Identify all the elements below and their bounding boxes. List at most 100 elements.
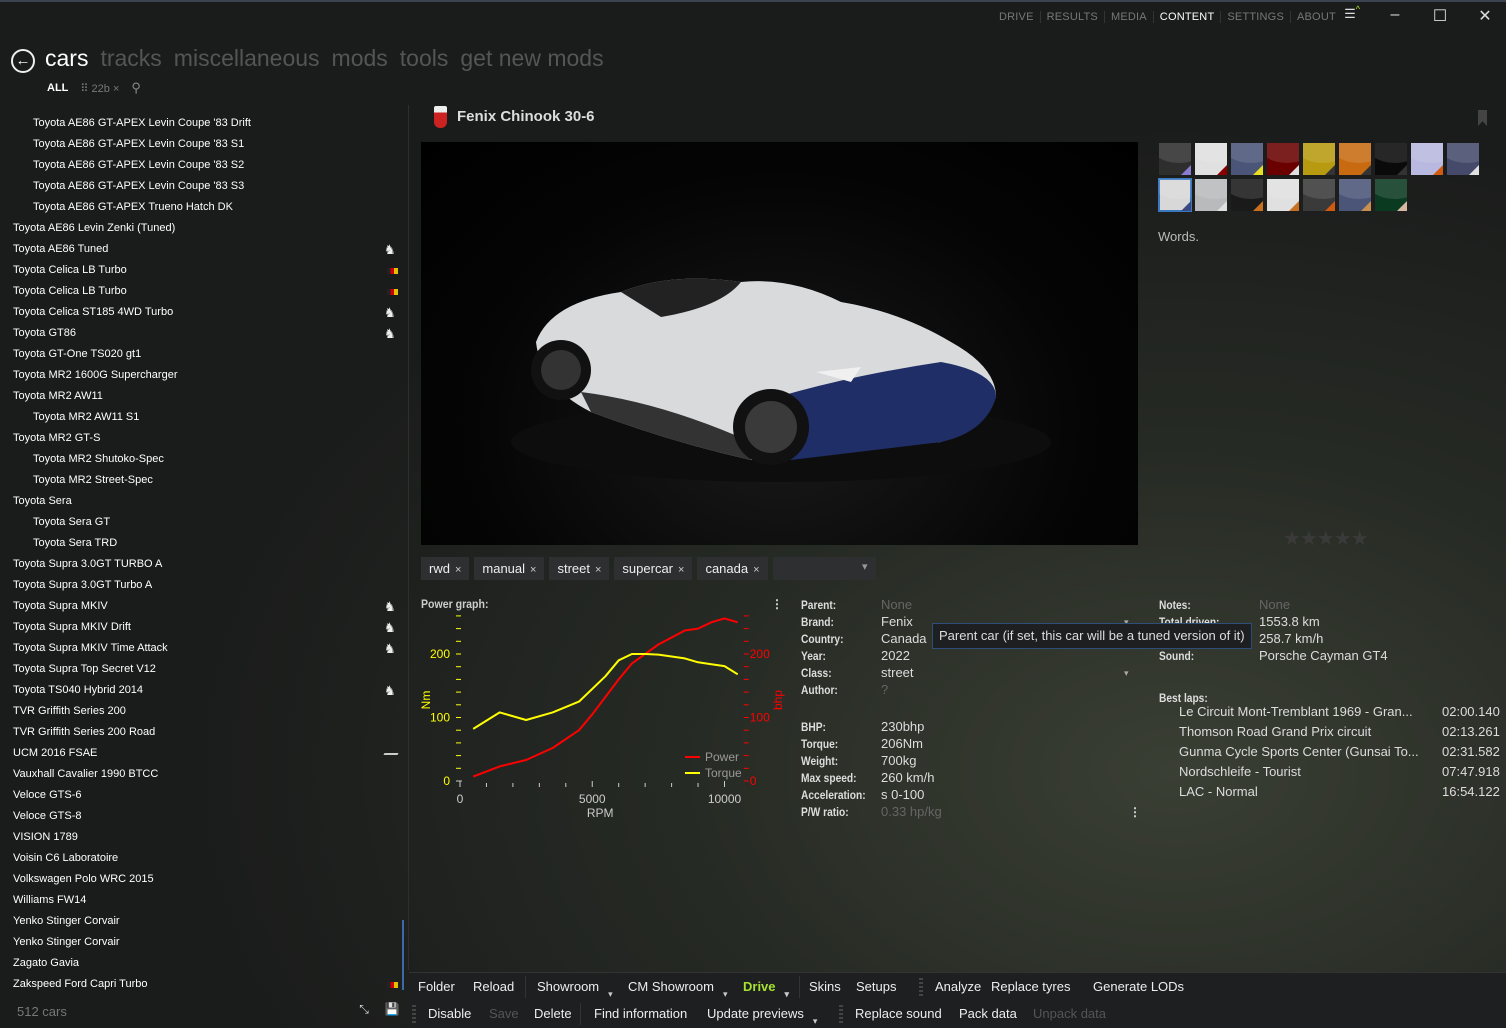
property-value[interactable]: Canada [881, 631, 927, 646]
toolbar-folder-button[interactable]: Folder [418, 979, 455, 994]
list-item[interactable]: VISION 1789 [0, 827, 404, 848]
search-icon[interactable]: ⚲ [131, 80, 141, 96]
list-item[interactable]: Vauxhall Cavalier 1990 BTCC [0, 764, 404, 785]
best-lap-row[interactable]: Thomson Road Grand Prix circuit 02:13.261 [1179, 724, 1500, 744]
property-value[interactable]: 1553.8 km [1259, 614, 1320, 629]
list-item[interactable]: Toyota Supra 3.0GT Turbo A [0, 575, 404, 596]
list-item[interactable]: Toyota MR2 AW11 [0, 386, 404, 407]
tag-remove-icon[interactable]: × [678, 564, 684, 576]
list-item[interactable]: Toyota GT-One TS020 gt1 [0, 344, 404, 365]
tab-miscellaneous[interactable]: miscellaneous [174, 45, 320, 72]
toolbar-replace-sound-button[interactable]: Replace sound [855, 1006, 942, 1021]
tag-remove-icon[interactable]: × [530, 564, 536, 576]
menu-update-icon[interactable]: ☰ ^ [1338, 4, 1362, 28]
car-list[interactable]: Toyota AE86 GT-APEX Levin Coupe '83 Drif… [0, 113, 408, 993]
filter-tag-close[interactable]: × [113, 83, 119, 95]
skin-swatch[interactable] [1267, 179, 1299, 211]
toolbar-pack-data-button[interactable]: Pack data [959, 1006, 1017, 1021]
list-item[interactable]: Zakspeed Ford Capri Turbo [0, 974, 404, 995]
tab-tools[interactable]: tools [400, 45, 449, 72]
topnav-about[interactable]: ABOUT [1291, 11, 1342, 23]
list-item[interactable]: Toyota Supra MKIV Time Attack ♞ [0, 638, 404, 659]
car-preview-image[interactable] [421, 142, 1138, 545]
list-item[interactable]: Toyota Sera GT [0, 512, 404, 533]
list-item[interactable]: Yenko Stinger Corvair [0, 911, 404, 932]
best-lap-row[interactable]: Le Circuit Mont-Tremblant 1969 - Gran...… [1179, 704, 1500, 724]
list-item[interactable]: Voisin C6 Laboratoire [0, 848, 404, 869]
skin-swatch[interactable] [1411, 143, 1443, 175]
rating-stars[interactable]: ★★★★★ [1283, 526, 1369, 551]
list-item[interactable]: Toyota Celica LB Turbo [0, 281, 404, 302]
list-item[interactable]: Toyota AE86 Levin Zenki (Tuned) [0, 218, 404, 239]
tab-tracks[interactable]: tracks [100, 45, 161, 72]
list-item[interactable]: Toyota AE86 GT-APEX Levin Coupe '83 Drif… [0, 113, 404, 134]
property-value[interactable]: ? [881, 682, 888, 697]
tag-input[interactable] [772, 557, 876, 580]
tag-chip[interactable]: manual × [474, 557, 545, 580]
toolbar-generate-lods-button[interactable]: Generate LODs [1093, 979, 1184, 994]
toolbar-find-information-button[interactable]: Find information [594, 1006, 687, 1021]
property-value[interactable]: Porsche Cayman GT4 [1259, 648, 1388, 663]
filter-all[interactable]: ALL [47, 82, 68, 94]
property-value[interactable]: 0.33 hp/kg [881, 804, 942, 819]
toolbar-reload-button[interactable]: Reload [473, 979, 514, 994]
list-item[interactable]: Williams FW14 [0, 890, 404, 911]
skin-swatch[interactable] [1375, 179, 1407, 211]
tab-cars[interactable]: cars [45, 45, 88, 72]
list-item[interactable]: TVR Griffith Series 200 Road [0, 722, 404, 743]
filter-tag[interactable]: ⠿ 22b × [80, 82, 119, 95]
list-item[interactable]: Toyota Supra Top Secret V12 [0, 659, 404, 680]
property-value[interactable]: 2022 [881, 648, 910, 663]
toolbar-disable-button[interactable]: Disable [428, 1006, 471, 1021]
property-value[interactable]: None [881, 597, 912, 612]
list-item[interactable]: Toyota Celica LB Turbo [0, 260, 404, 281]
skin-swatch[interactable] [1267, 143, 1299, 175]
property-value[interactable]: 700kg [881, 753, 916, 768]
tab-mods[interactable]: mods [332, 45, 388, 72]
skin-swatch[interactable] [1231, 143, 1263, 175]
list-scrollbar[interactable] [402, 920, 404, 990]
list-item[interactable]: Toyota AE86 GT-APEX Trueno Hatch DK [0, 197, 404, 218]
minimize-icon[interactable]: – [1383, 6, 1407, 28]
back-button[interactable]: ← [11, 49, 35, 73]
topnav-settings[interactable]: SETTINGS [1221, 11, 1291, 23]
list-item[interactable]: Toyota MR2 Street-Spec [0, 470, 404, 491]
list-item[interactable]: Toyota MR2 AW11 S1 [0, 407, 404, 428]
close-icon[interactable]: ✕ [1473, 6, 1497, 28]
toolbar-save-button[interactable]: Save [489, 1006, 519, 1021]
list-item[interactable]: Toyota Sera TRD [0, 533, 404, 554]
list-item[interactable]: Toyota MR2 1600G Supercharger [0, 365, 404, 386]
topnav-media[interactable]: MEDIA [1105, 11, 1154, 23]
topnav-results[interactable]: RESULTS [1041, 11, 1105, 23]
list-item[interactable]: Veloce GTS-6 [0, 785, 404, 806]
class-dropdown-icon[interactable]: ▾ [1124, 668, 1129, 679]
tag-chip[interactable]: supercar × [614, 557, 693, 580]
list-item[interactable]: Toyota AE86 GT-APEX Levin Coupe '83 S3 [0, 176, 404, 197]
specs-menu-icon[interactable]: ⋮ [1129, 805, 1141, 819]
property-value[interactable]: 230bhp [881, 719, 924, 734]
skin-swatch[interactable] [1303, 179, 1335, 211]
toolbar-drive-button[interactable]: Drive [743, 979, 780, 994]
property-value[interactable]: street [881, 665, 914, 680]
list-item[interactable]: Toyota Supra MKIV ♞ [0, 596, 404, 617]
collapse-icon[interactable]: ⤡ [355, 1002, 373, 1020]
list-item[interactable]: TVR Griffith Series 200 [0, 701, 404, 722]
list-item[interactable]: Toyota Supra MKIV Drift ♞ [0, 617, 404, 638]
topnav-content[interactable]: CONTENT [1154, 11, 1222, 23]
tab-get-new-mods[interactable]: get new mods [460, 45, 603, 72]
skin-swatch[interactable] [1339, 143, 1371, 175]
toolbar-unpack-data-button[interactable]: Unpack data [1033, 1006, 1106, 1021]
toolbar-replace-tyres-button[interactable]: Replace tyres [991, 979, 1070, 994]
skin-swatch[interactable] [1447, 143, 1479, 175]
best-lap-row[interactable]: LAC - Normal 16:54.122 [1179, 784, 1500, 804]
list-item[interactable]: Zagato Gavia [0, 953, 404, 974]
list-item[interactable]: Toyota AE86 GT-APEX Levin Coupe '83 S2 [0, 155, 404, 176]
property-value[interactable]: s 0-100 [881, 787, 924, 802]
toolbar-showroom-button[interactable]: Showroom [537, 979, 604, 994]
skin-swatch[interactable] [1231, 179, 1263, 211]
tag-chip[interactable]: street × [549, 557, 610, 580]
list-item[interactable]: Toyota MR2 Shutoko-Spec [0, 449, 404, 470]
toolbar-analyze-button[interactable]: Analyze [935, 979, 981, 994]
save-icon[interactable]: 💾 [383, 1002, 401, 1020]
tag-remove-icon[interactable]: × [455, 564, 461, 576]
